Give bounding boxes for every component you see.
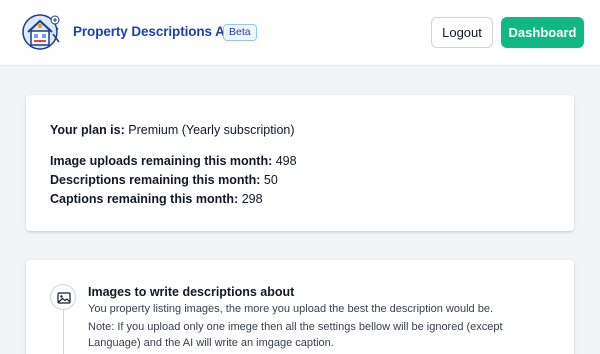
captions-value: 298 xyxy=(241,192,263,206)
images-section-title: Images to write descriptions about xyxy=(88,285,295,299)
images-section-card: Images to write descriptions about You p… xyxy=(26,260,574,354)
house-logo-icon[interactable] xyxy=(22,12,62,52)
beta-badge: Beta xyxy=(223,24,257,41)
step-connector xyxy=(63,310,64,354)
descriptions-label: Descriptions remaining this month: xyxy=(50,173,261,187)
plan-card: Your plan is: Premium (Yearly subscripti… xyxy=(26,95,574,231)
plan-row: Your plan is: Premium (Yearly subscripti… xyxy=(50,123,295,137)
captions-label: Captions remaining this month: xyxy=(50,192,239,206)
image-uploads-value: 498 xyxy=(275,154,297,168)
images-section-description: You property listing images, the more yo… xyxy=(88,303,494,315)
descriptions-row: Descriptions remaining this month: 50 xyxy=(50,173,278,187)
plan-value: Premium (Yearly subscription) xyxy=(128,123,295,137)
plan-label: Your plan is: xyxy=(50,123,125,137)
image-uploads-row: Image uploads remaining this month: 498 xyxy=(50,154,297,168)
images-section-note-line2: Language) and the AI will write an imgag… xyxy=(88,337,334,349)
captions-row: Captions remaining this month: 298 xyxy=(50,192,263,206)
top-header: Property Descriptions AI Beta Logout Das… xyxy=(0,0,600,66)
descriptions-value: 50 xyxy=(263,173,278,187)
dashboard-button[interactable]: Dashboard xyxy=(501,17,584,48)
logout-button[interactable]: Logout xyxy=(431,17,493,48)
image-uploads-label: Image uploads remaining this month: xyxy=(50,154,273,168)
images-section-note-line1: Note: If you upload only one imege then … xyxy=(88,321,503,333)
brand-name[interactable]: Property Descriptions AI xyxy=(73,24,228,39)
image-icon xyxy=(50,284,76,310)
